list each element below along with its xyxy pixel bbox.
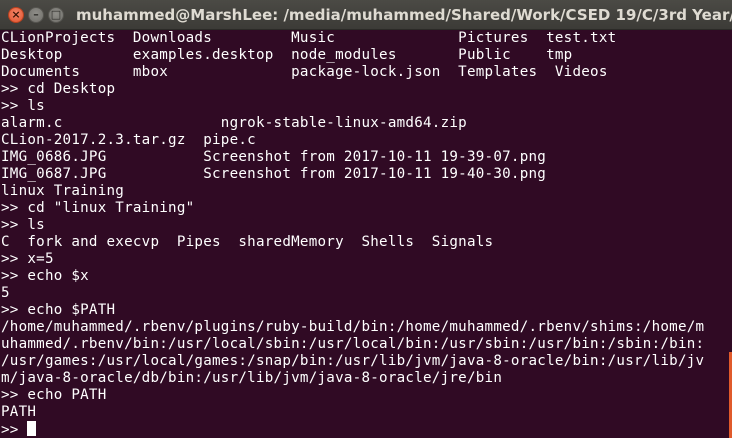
current-prompt-line[interactable]: >> [1, 421, 732, 438]
command-line: >> ls [1, 217, 45, 233]
command-line: >> ls [1, 98, 45, 114]
command-line: >> x=5 [1, 251, 54, 267]
output-line: Desktop examples.desktop node_modules Pu… [1, 47, 573, 63]
command-line: >> echo $x [1, 268, 89, 284]
prompt: >> [1, 422, 28, 438]
output-line: 5 [1, 285, 10, 301]
output-line: C fork and execvp Pipes sharedMemory She… [1, 234, 494, 250]
output-line: IMG_0686.JPG Screenshot from 2017-10-11 … [1, 149, 547, 165]
terminal-window: × – □ muhammed@MarshLee: /media/muhammed… [0, 0, 732, 438]
minimize-icon: – [33, 8, 39, 21]
maximize-window-button[interactable]: □ [48, 7, 64, 23]
command-line: >> echo PATH [1, 387, 107, 403]
minimize-window-button[interactable]: – [28, 7, 44, 23]
output-line: linux Training [1, 183, 125, 199]
close-icon: × [11, 8, 21, 21]
title-bar[interactable]: × – □ muhammed@MarshLee: /media/muhammed… [0, 0, 732, 30]
output-line: alarm.c ngrok-stable-linux-amd64.zip [1, 115, 467, 131]
terminal-output[interactable]: CLionProjects Downloads Music Pictures t… [0, 30, 732, 438]
output-line: m/java-8-oracle/db/bin:/usr/lib/jvm/java… [1, 370, 503, 386]
command-line: >> cd Desktop [1, 81, 116, 97]
output-line: CLionProjects Downloads Music Pictures t… [1, 30, 617, 46]
output-line: /home/muhammed/.rbenv/plugins/ruby-build… [1, 319, 705, 335]
close-window-button[interactable]: × [8, 7, 24, 23]
output-line: PATH [1, 404, 37, 420]
output-line: IMG_0687.JPG Screenshot from 2017-10-11 … [1, 166, 547, 182]
window-title: muhammed@MarshLee: /media/muhammed/Share… [76, 6, 732, 24]
output-line: Documents mbox package-lock.json Templat… [1, 64, 608, 80]
output-line: uhammed/.rbenv/bin:/usr/local/sbin:/usr/… [1, 336, 705, 352]
output-line: CLion-2017.2.3.tar.gz pipe.c [1, 132, 256, 148]
text-cursor [27, 421, 37, 436]
command-line: >> cd "linux Training" [1, 200, 195, 216]
maximize-icon: □ [50, 8, 62, 21]
command-line: >> echo $PATH [1, 302, 116, 318]
output-line: /usr/games:/usr/local/games:/snap/bin:/u… [1, 353, 705, 369]
